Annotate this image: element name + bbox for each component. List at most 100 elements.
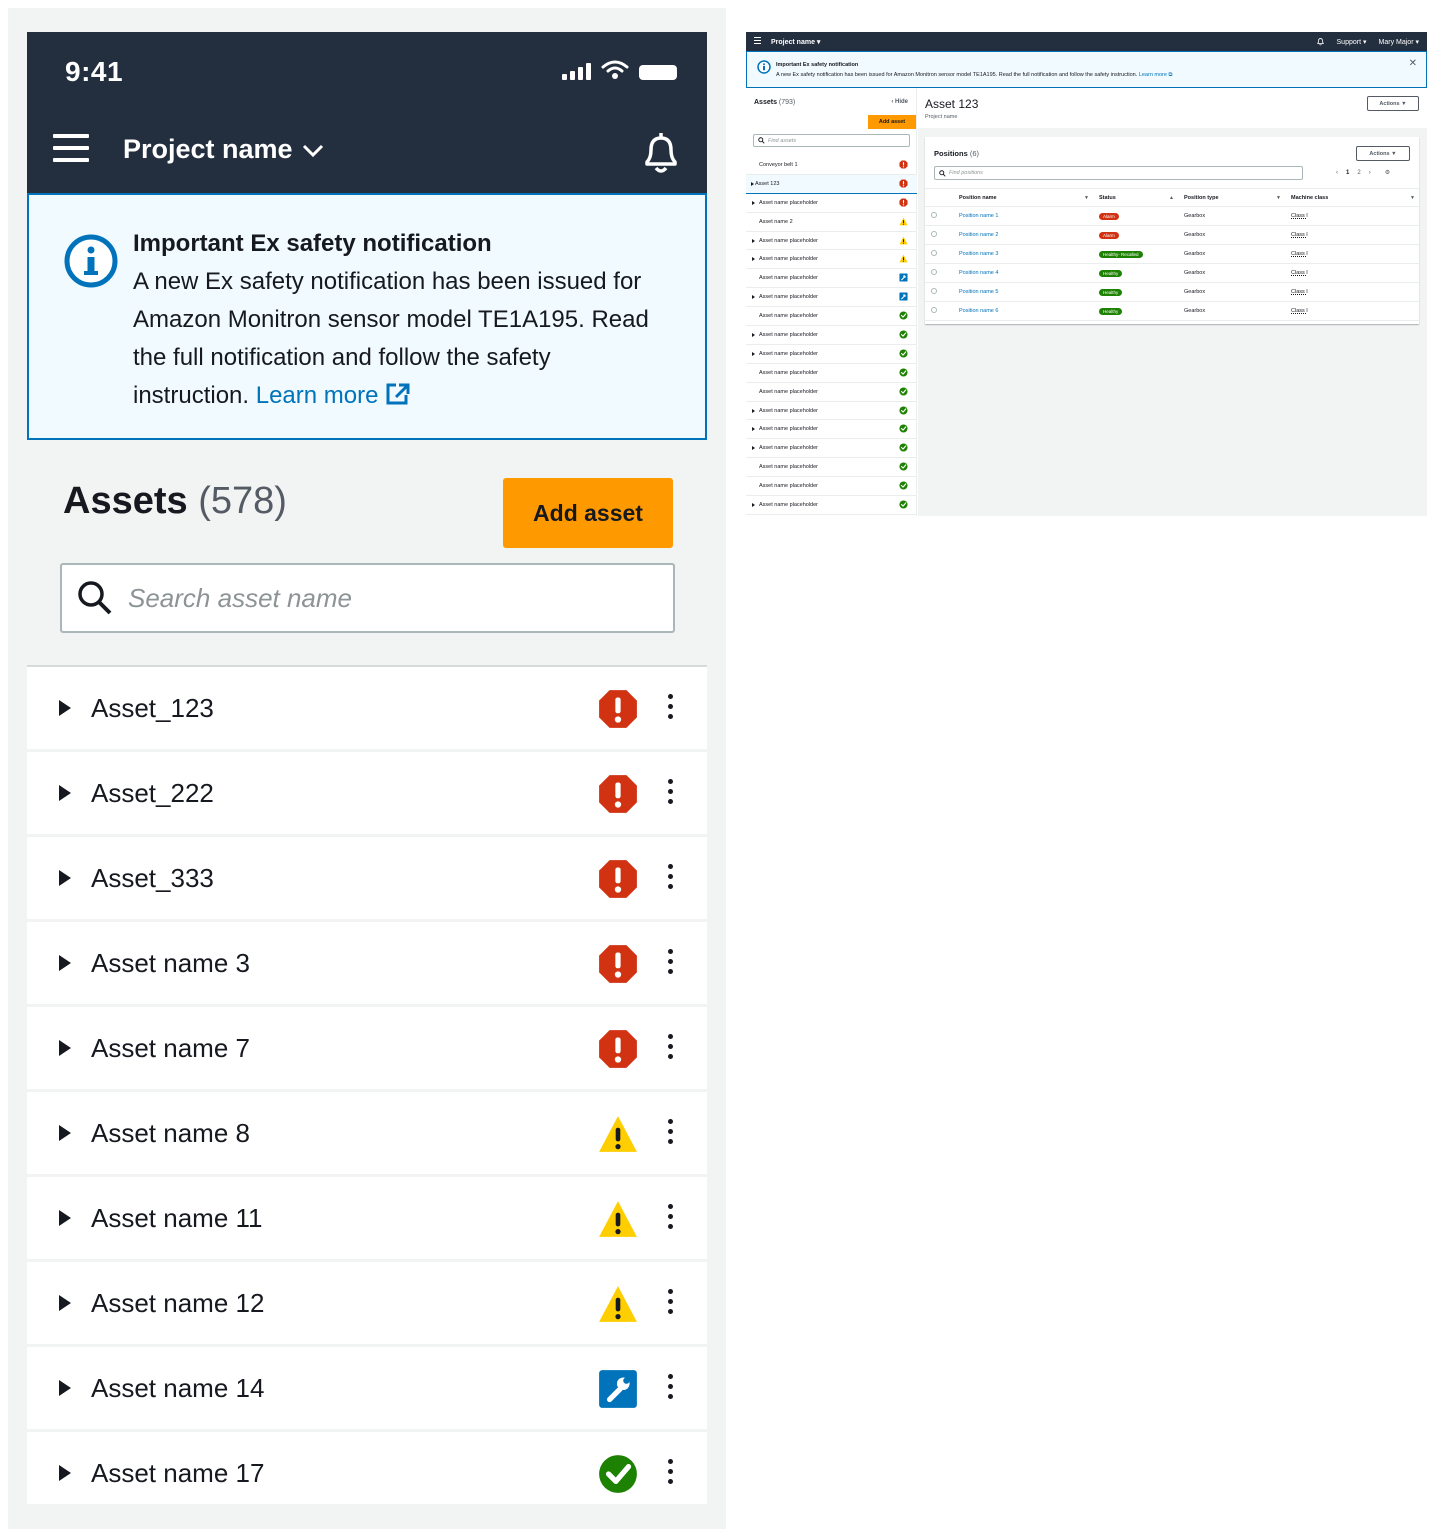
sidebar-asset-item[interactable]: Asset name placeholder <box>746 477 917 497</box>
position-name-link[interactable]: Position name 5 <box>959 289 998 295</box>
asset-list-item[interactable]: Asset name 3 <box>27 922 707 1004</box>
actions-button[interactable]: Actions ▼ <box>1367 96 1419 111</box>
sidebar-asset-item[interactable]: Asset name placeholder <box>746 326 917 345</box>
sidebar-asset-item[interactable]: Asset name placeholder <box>746 364 917 383</box>
learn-more-link[interactable]: Learn more ⧉ <box>1139 72 1173 78</box>
sidebar-asset-item[interactable]: Asset name placeholder <box>746 288 917 308</box>
sidebar-asset-item[interactable]: Asset name placeholder <box>746 420 917 440</box>
expand-caret-icon[interactable] <box>752 446 755 451</box>
table-row[interactable]: Position name 5 Healthy Gearbox Class I <box>925 282 1419 302</box>
sidebar-asset-item[interactable]: Asset name placeholder <box>746 458 917 478</box>
expand-caret-icon[interactable] <box>59 1295 71 1311</box>
expand-caret-icon[interactable] <box>59 870 71 886</box>
row-radio[interactable] <box>931 307 937 313</box>
expand-caret-icon[interactable] <box>59 1040 71 1056</box>
position-name-link[interactable]: Position name 2 <box>959 232 998 238</box>
machine-class-value[interactable]: Class I <box>1291 289 1308 295</box>
more-options-icon[interactable] <box>668 1374 674 1404</box>
more-options-icon[interactable] <box>668 1289 674 1319</box>
page-1[interactable]: 1 <box>1346 170 1349 176</box>
find-positions-box[interactable] <box>934 166 1303 180</box>
column-header-position-name[interactable]: Position name ▼ <box>953 188 1093 207</box>
expand-caret-icon[interactable] <box>752 351 755 356</box>
asset-list-item[interactable]: Asset name 14 <box>27 1347 707 1429</box>
table-row[interactable]: Position name 1 Alarm Gearbox Class I <box>925 206 1419 226</box>
project-selector[interactable]: Project name ▾ <box>771 38 820 46</box>
expand-caret-icon[interactable] <box>59 1380 71 1396</box>
bell-icon[interactable] <box>1316 37 1325 46</box>
position-name-link[interactable]: Position name 1 <box>959 213 998 219</box>
search-input[interactable] <box>128 582 628 614</box>
expand-caret-icon[interactable] <box>59 700 71 716</box>
expand-caret-icon[interactable] <box>752 257 755 262</box>
position-name-link[interactable]: Position name 4 <box>959 270 998 276</box>
sidebar-asset-item[interactable]: Asset name placeholder <box>746 307 917 327</box>
expand-caret-icon[interactable] <box>59 1125 71 1141</box>
more-options-icon[interactable] <box>668 694 674 724</box>
asset-list-item[interactable]: Asset name 7 <box>27 1007 707 1089</box>
position-name-link[interactable]: Position name 6 <box>959 308 998 314</box>
bell-icon[interactable] <box>639 130 683 176</box>
expand-caret-icon[interactable] <box>751 181 754 186</box>
expand-caret-icon[interactable] <box>752 332 755 337</box>
asset-list-item[interactable]: Asset_123 <box>27 667 707 749</box>
user-menu[interactable]: Mary Major ▾ <box>1379 38 1419 46</box>
more-options-icon[interactable] <box>668 864 674 894</box>
menu-icon[interactable] <box>53 134 89 170</box>
find-assets-box[interactable] <box>753 134 910 147</box>
expand-caret-icon[interactable] <box>59 955 71 971</box>
hide-sidebar-button[interactable]: ‹ Hide <box>891 99 908 105</box>
machine-class-value[interactable]: Class I <box>1291 213 1308 219</box>
asset-list-item[interactable]: Asset name 8 <box>27 1092 707 1174</box>
more-options-icon[interactable] <box>668 1204 674 1234</box>
learn-more-link[interactable]: Learn more <box>256 382 411 409</box>
sidebar-asset-item[interactable]: Asset name placeholder <box>746 194 917 213</box>
row-radio[interactable] <box>931 288 937 294</box>
column-header-position-type[interactable]: Position type ▼ <box>1178 188 1285 207</box>
row-radio[interactable] <box>931 269 937 275</box>
machine-class-value[interactable]: Class I <box>1291 232 1308 238</box>
sidebar-asset-item[interactable]: Asset name placeholder <box>746 345 917 364</box>
table-row[interactable]: Position name 6 Healthy Gearbox Class I <box>925 301 1419 321</box>
find-assets-input[interactable] <box>768 137 898 144</box>
page-next-icon[interactable]: › <box>1369 170 1371 176</box>
expand-caret-icon[interactable] <box>752 408 755 413</box>
sidebar-asset-item[interactable]: Asset name placeholder <box>746 269 917 289</box>
settings-gear-icon[interactable]: ⚙ <box>1385 169 1390 176</box>
asset-list-item[interactable]: Asset_333 <box>27 837 707 919</box>
more-options-icon[interactable] <box>668 1034 674 1064</box>
support-menu[interactable]: Support ▾ <box>1337 38 1367 46</box>
more-options-icon[interactable] <box>668 1119 674 1149</box>
positions-actions-button[interactable]: Actions ▼ <box>1356 146 1410 161</box>
more-options-icon[interactable] <box>668 949 674 979</box>
sidebar-asset-item[interactable]: Conveyor belt 1 <box>746 156 917 175</box>
find-positions-input[interactable] <box>949 170 1289 176</box>
sidebar-asset-item[interactable]: Asset name placeholder <box>746 402 917 421</box>
machine-class-value[interactable]: Class I <box>1291 270 1308 276</box>
row-radio[interactable] <box>931 212 937 218</box>
menu-icon[interactable] <box>754 37 761 46</box>
add-asset-button[interactable]: Add asset <box>503 478 673 548</box>
sidebar-asset-item[interactable]: Asset name placeholder <box>746 439 917 459</box>
sidebar-asset-item[interactable]: Asset name 2 <box>746 213 917 232</box>
sidebar-asset-item[interactable]: Asset name placeholder <box>746 250 917 270</box>
asset-list-item[interactable]: Asset_222 <box>27 752 707 834</box>
page-prev-icon[interactable]: ‹ <box>1336 170 1338 176</box>
sidebar-asset-item[interactable]: Asset 123 <box>746 174 917 194</box>
asset-search-box[interactable] <box>60 563 675 633</box>
table-row[interactable]: Position name 3 Healthy- Recalled Gearbo… <box>925 244 1419 264</box>
expand-caret-icon[interactable] <box>752 200 755 205</box>
machine-class-value[interactable]: Class I <box>1291 308 1308 314</box>
sidebar-asset-item[interactable]: Asset name placeholder <box>746 383 917 402</box>
sidebar-asset-item[interactable]: Asset name placeholder <box>746 496 917 515</box>
position-name-link[interactable]: Position name 3 <box>959 251 998 257</box>
add-asset-button[interactable]: Add asset <box>868 115 916 129</box>
expand-caret-icon[interactable] <box>59 1210 71 1226</box>
column-header-machine-class[interactable]: Machine class ▼ <box>1285 188 1419 207</box>
row-radio[interactable] <box>931 231 937 237</box>
expand-caret-icon[interactable] <box>752 295 755 300</box>
asset-list-item[interactable]: Asset name 17 <box>27 1432 707 1504</box>
asset-list-item[interactable]: Asset name 12 <box>27 1262 707 1344</box>
asset-list-item[interactable]: Asset name 11 <box>27 1177 707 1259</box>
machine-class-value[interactable]: Class I <box>1291 251 1308 257</box>
